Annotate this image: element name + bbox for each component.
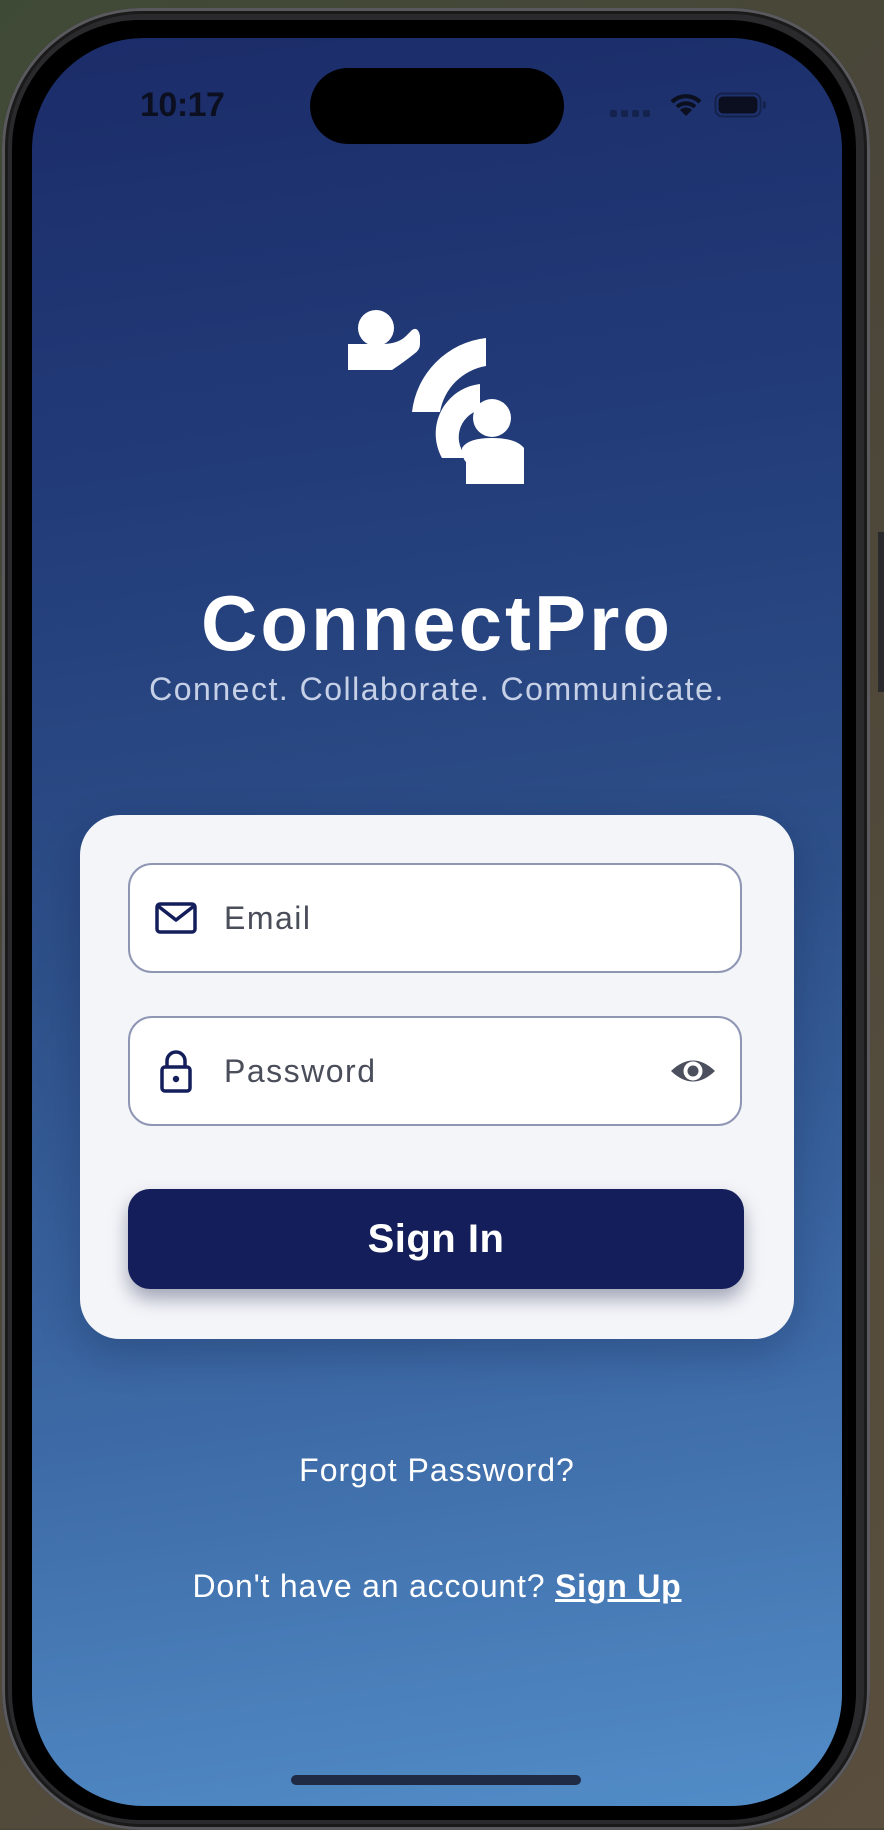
dynamic-island [310, 68, 564, 144]
sign-in-button[interactable]: Sign In [128, 1189, 744, 1289]
app-title: ConnectPro [200, 579, 674, 667]
login-screen: 10:17 ConnectPro Connect. Collaborate. C… [32, 38, 842, 1806]
email-field[interactable] [128, 863, 742, 973]
login-card: Sign In [80, 815, 794, 1339]
forgot-password-link[interactable]: Forgot Password? [32, 1452, 842, 1489]
phone-side-button [878, 532, 884, 692]
signup-row: Don't have an account? Sign Up [32, 1568, 842, 1605]
battery-icon [714, 92, 766, 118]
eye-icon[interactable] [668, 1046, 718, 1096]
email-input[interactable] [224, 865, 644, 971]
wifi-icon [670, 94, 702, 116]
home-indicator[interactable] [291, 1775, 581, 1785]
password-field[interactable] [128, 1016, 742, 1126]
signup-prompt: Don't have an account? [192, 1568, 546, 1604]
sign-up-link[interactable]: Sign Up [555, 1568, 681, 1604]
envelope-icon [155, 902, 197, 934]
people-connect-icon [348, 310, 524, 484]
lock-icon [160, 1050, 192, 1093]
app-tagline: Connect. Collaborate. Communicate. [149, 671, 725, 707]
cellular-signal-icon [610, 110, 650, 117]
status-time: 10:17 [140, 86, 225, 124]
password-input[interactable] [224, 1018, 644, 1124]
